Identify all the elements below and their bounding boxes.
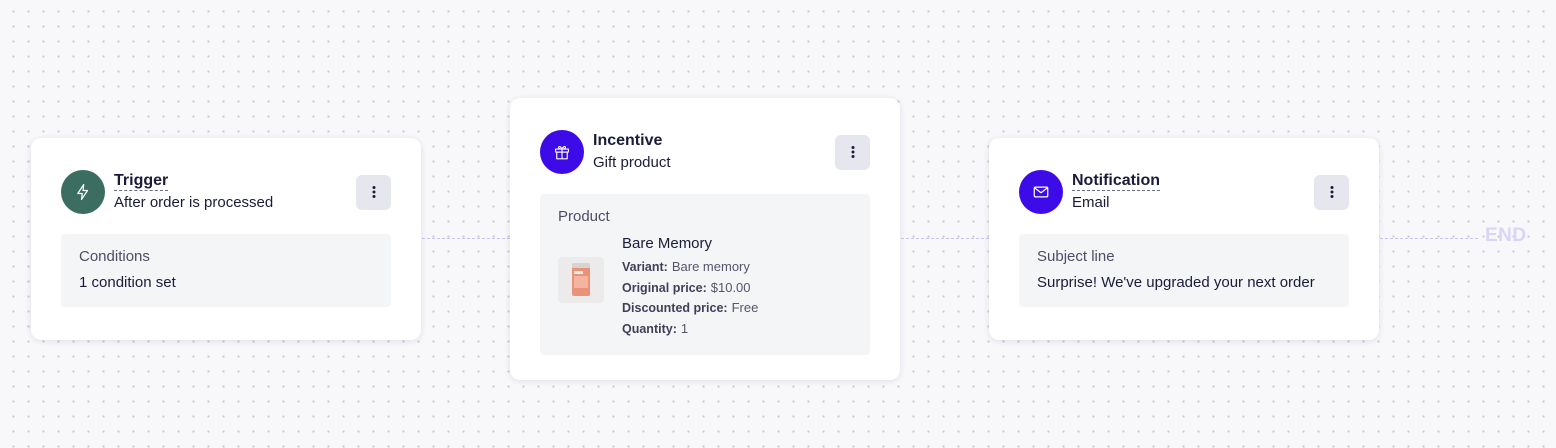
trigger-menu-button[interactable]	[356, 174, 391, 210]
variant-row: Variant: Bare memory	[622, 257, 758, 278]
variant-value: Bare memory	[671, 259, 750, 274]
notification-menu-button[interactable]	[1314, 174, 1349, 210]
quantity-row: Quantity: 1	[622, 319, 758, 340]
connector-line	[1380, 238, 1478, 239]
incentive-card[interactable]: Incentive Gift product Product Bare Memo…	[510, 98, 900, 380]
card-header: Incentive Gift product	[540, 130, 870, 174]
discounted-price-row: Discounted price: Free	[622, 298, 758, 319]
product-label: Product	[558, 208, 610, 225]
notification-subtitle: Email	[1072, 194, 1110, 211]
trigger-card[interactable]: Trigger After order is processed Conditi…	[31, 138, 421, 340]
card-header: Notification Email	[1019, 170, 1349, 214]
quantity-label: Quantity:	[622, 321, 677, 336]
trigger-title[interactable]: Trigger	[114, 172, 169, 191]
conditions-panel[interactable]: Conditions 1 condition set	[61, 234, 391, 307]
incentive-subtitle: Gift product	[593, 154, 671, 171]
product-row: Bare Memory Variant: Bare memory Original…	[558, 235, 852, 339]
kebab-menu-icon	[1330, 186, 1333, 198]
quantity-value: 1	[680, 320, 689, 336]
discounted-price-value: Free	[731, 300, 759, 315]
conditions-label: Conditions	[79, 248, 150, 265]
subject-line-label: Subject line	[1037, 248, 1115, 265]
envelope-icon	[1019, 170, 1063, 214]
lightning-icon	[61, 170, 105, 214]
connector-line	[901, 238, 989, 239]
kebab-menu-icon	[851, 146, 854, 158]
connector-line	[422, 238, 510, 239]
variant-label: Variant:	[622, 260, 668, 274]
kebab-menu-icon	[372, 186, 375, 198]
product-details: Bare Memory Variant: Bare memory Original…	[622, 235, 758, 339]
product-name: Bare Memory	[622, 235, 713, 252]
product-image	[558, 257, 604, 303]
incentive-title: Incentive	[593, 132, 663, 149]
subject-line-value: Surprise! We've upgraded your next order	[1037, 274, 1315, 291]
notification-card[interactable]: Notification Email Subject line Surprise…	[989, 138, 1379, 340]
subject-line-panel[interactable]: Subject line Surprise! We've upgraded yo…	[1019, 234, 1349, 307]
discounted-price-label: Discounted price:	[622, 301, 728, 315]
incentive-menu-button[interactable]	[835, 134, 870, 170]
product-panel[interactable]: Product Bare Memory Variant: Bare memory …	[540, 194, 870, 355]
original-price-row: Original price: $10.00	[622, 278, 758, 299]
card-header: Trigger After order is processed	[61, 170, 391, 214]
trigger-subtitle: After order is processed	[114, 194, 274, 211]
flow-end-label: END	[1485, 225, 1527, 246]
notification-title[interactable]: Notification	[1072, 172, 1160, 191]
original-price-value: $10.00	[710, 279, 751, 295]
conditions-value: 1 condition set	[79, 274, 176, 291]
original-price-label: Original price:	[622, 280, 707, 295]
gift-icon	[540, 130, 584, 174]
